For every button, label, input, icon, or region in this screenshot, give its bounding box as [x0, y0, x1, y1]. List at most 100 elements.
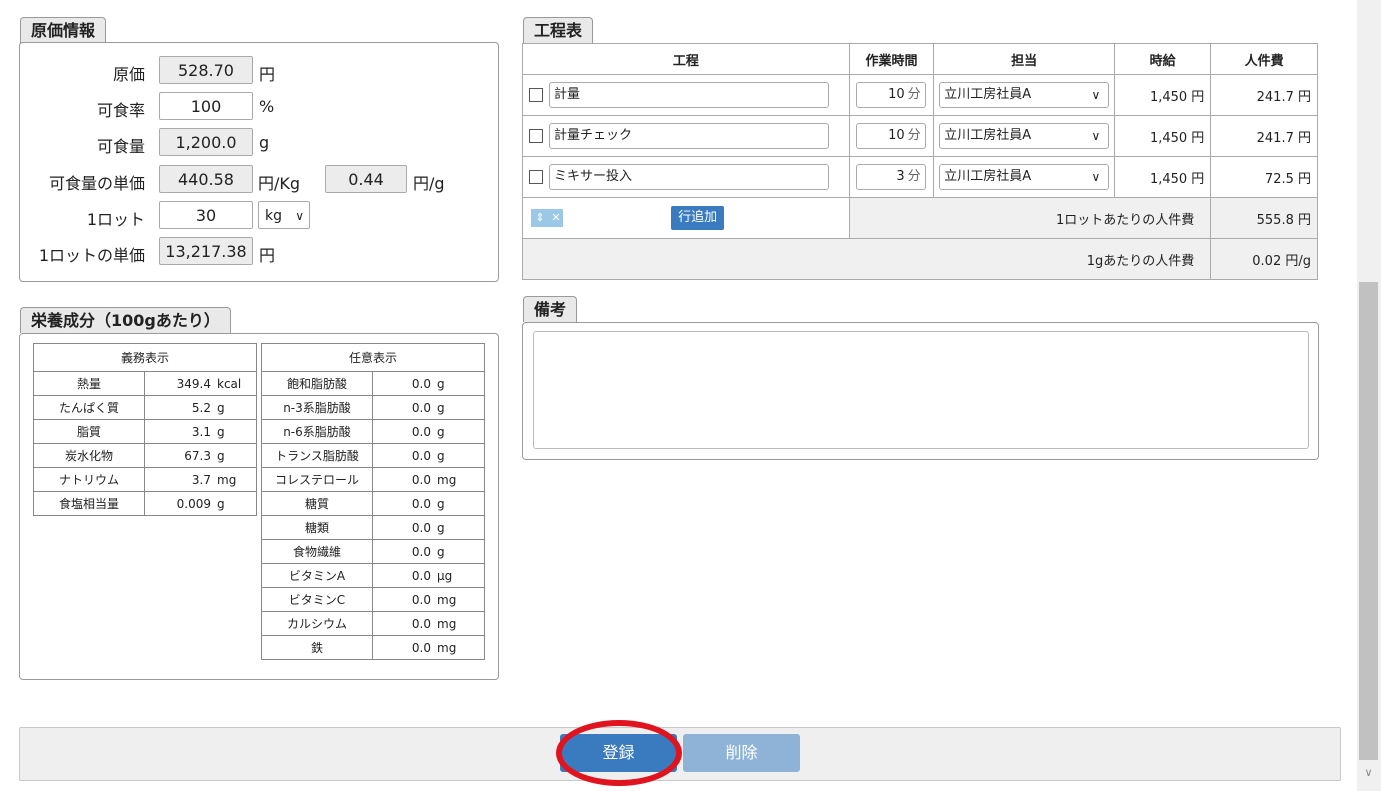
nutrient-value: 0.0 g — [372, 443, 485, 468]
worker-value: 立川工房社員A — [944, 128, 1032, 143]
table-row: たんぱく質 5.2 g — [33, 395, 257, 420]
nutrient-name: 炭水化物 — [33, 443, 145, 468]
time-input[interactable]: 10 分 — [855, 82, 926, 108]
table-row: 脂質 3.1 g — [33, 419, 257, 444]
chevron-down-icon: ∨ — [1091, 170, 1101, 184]
nutrient-name: 飽和脂肪酸 — [261, 371, 373, 396]
lot-label: 1ロット — [86, 210, 145, 229]
worker-value: 立川工房社員A — [944, 169, 1032, 184]
cost-info-tab[interactable]: 原価情報 — [20, 17, 107, 43]
unit-price-kg-field: 440.58 — [159, 165, 253, 193]
nutrient-unit: g — [437, 424, 445, 439]
row-reorder-button[interactable]: ⇕ — [531, 209, 549, 227]
wage-cell: 1,450 円 — [1114, 156, 1212, 198]
labor-cost-cell: 241.7 円 — [1210, 115, 1318, 157]
header-wage: 時給 — [1114, 43, 1212, 75]
table-row: カルシウム 0.0 mg — [261, 611, 485, 636]
table-row: 食物繊維 0.0 g — [261, 539, 485, 564]
cost-unit: 円 — [259, 65, 276, 84]
edible-amount-field: 1,200.0 — [159, 128, 253, 156]
nutrient-unit: mg — [437, 592, 457, 607]
row-checkbox[interactable] — [529, 88, 543, 102]
nutrient-amount: 0.0 — [411, 520, 431, 535]
nutrient-amount: 0.0 — [411, 640, 431, 655]
nutrient-amount: 0.0 — [411, 544, 431, 559]
nutrient-value: 5.2 g — [144, 395, 257, 420]
nutrient-name: 糖類 — [261, 515, 373, 540]
unit-price-g-field: 0.44 — [325, 165, 407, 193]
worker-select[interactable]: 立川工房社員A ∨ — [939, 123, 1110, 149]
notes-tab[interactable]: 備考 — [523, 296, 578, 322]
nutrient-amount: 67.3 — [184, 448, 211, 463]
nutrient-amount: 3.7 — [191, 472, 211, 487]
lot-price-field: 13,217.38 — [159, 237, 253, 265]
table-row: 糖類 0.0 g — [261, 515, 485, 540]
nutrient-value: 67.3 g — [144, 443, 257, 468]
table-row: 糖質 0.0 g — [261, 491, 485, 516]
nutrient-value: 349.4 kcal — [144, 371, 257, 396]
unit-price-kg-unit: 円/Kg — [258, 174, 301, 193]
worker-select[interactable]: 立川工房社員A ∨ — [939, 82, 1110, 108]
table-row: n-3系脂肪酸 0.0 g — [261, 395, 485, 420]
nutrition-tab[interactable]: 栄養成分（100gあたり） — [20, 307, 231, 333]
row-delete-button[interactable]: ✕ — [549, 209, 563, 227]
time-input[interactable]: 10 分 — [855, 123, 926, 149]
time-cell: 10 分 — [848, 74, 935, 116]
worker-cell: 立川工房社員A ∨ — [933, 156, 1116, 198]
process-cell: 計量チェック — [522, 115, 850, 157]
scrollbar-thumb[interactable] — [1359, 282, 1378, 760]
nutrient-value: 0.0 mg — [372, 587, 485, 612]
nutrient-unit: g — [217, 448, 225, 463]
nutrient-name: n-3系脂肪酸 — [261, 395, 373, 420]
nutrient-unit: g — [437, 520, 445, 535]
nutrient-value: 0.0 g — [372, 371, 485, 396]
time-input[interactable]: 3分 — [855, 164, 926, 190]
table-row: 鉄 0.0 mg — [261, 635, 485, 660]
gram-labor-cost-value: 0.02 円/g — [1210, 238, 1318, 280]
delete-button[interactable]: 削除 — [683, 734, 800, 772]
chevron-down-icon: ∨ — [1091, 88, 1101, 102]
scroll-down-icon[interactable]: ∨ — [1359, 763, 1378, 783]
table-row: 食塩相当量 0.009 g — [33, 491, 257, 516]
nutrient-unit: mg — [437, 472, 457, 487]
chevron-down-icon: ∨ — [1091, 129, 1101, 143]
notes-textarea[interactable] — [533, 331, 1309, 449]
nutrition-optional-table: 任意表示 飽和脂肪酸 0.0 g n-3系脂肪酸 0.0 g n-6系脂肪酸 0.0 g トランス… — [261, 343, 485, 660]
optional-header: 任意表示 — [261, 343, 485, 372]
labor-cost-cell: 241.7 円 — [1210, 74, 1318, 116]
worker-select[interactable]: 立川工房社員A ∨ — [939, 164, 1110, 190]
add-row-button[interactable]: 行追加 — [671, 206, 725, 230]
worker-cell: 立川工房社員A ∨ — [933, 74, 1116, 116]
nutrient-amount: 0.009 — [176, 496, 211, 511]
nutrient-amount: 0.0 — [411, 448, 431, 463]
nutrient-value: 3.1 g — [144, 419, 257, 444]
unit-price-g-unit: 円/g — [413, 174, 445, 193]
nutrient-amount: 0.0 — [411, 496, 431, 511]
nutrient-value: 0.0 μg — [372, 563, 485, 588]
lot-labor-cost-label: 1ロットあたりの人件費 — [848, 197, 1212, 239]
table-row: ビタミンA 0.0 μg — [261, 563, 485, 588]
nutrient-name: ナトリウム — [33, 467, 145, 492]
process-tab[interactable]: 工程表 — [523, 17, 594, 43]
wage-cell: 1,450 円 — [1114, 115, 1212, 157]
row-checkbox[interactable] — [529, 170, 543, 184]
nutrient-value: 3.7 mg — [144, 467, 257, 492]
table-row: 飽和脂肪酸 0.0 g — [261, 371, 485, 396]
table-row: n-6系脂肪酸 0.0 g — [261, 419, 485, 444]
process-name-input[interactable]: 計量 — [549, 82, 829, 108]
process-name-input[interactable]: ミキサー投入 — [549, 164, 829, 190]
edible-rate-input[interactable]: 100 — [159, 92, 253, 120]
nutrient-name: たんぱく質 — [33, 395, 145, 420]
nutrient-unit: g — [217, 496, 225, 511]
nutrient-unit: g — [437, 544, 445, 559]
table-row: 炭水化物 67.3 g — [33, 443, 257, 468]
nutrient-amount: 0.0 — [411, 376, 431, 391]
process-name-input[interactable]: 計量チェック — [549, 123, 829, 149]
lot-unit-select[interactable]: kg ∨ — [258, 201, 310, 229]
lot-input[interactable]: 30 — [159, 201, 253, 229]
nutrient-value: 0.0 g — [372, 539, 485, 564]
row-checkbox[interactable] — [529, 129, 543, 143]
nutrient-value: 0.0 g — [372, 419, 485, 444]
nutrient-name: 鉄 — [261, 635, 373, 660]
edible-amount-label: 可食量 — [96, 137, 145, 156]
